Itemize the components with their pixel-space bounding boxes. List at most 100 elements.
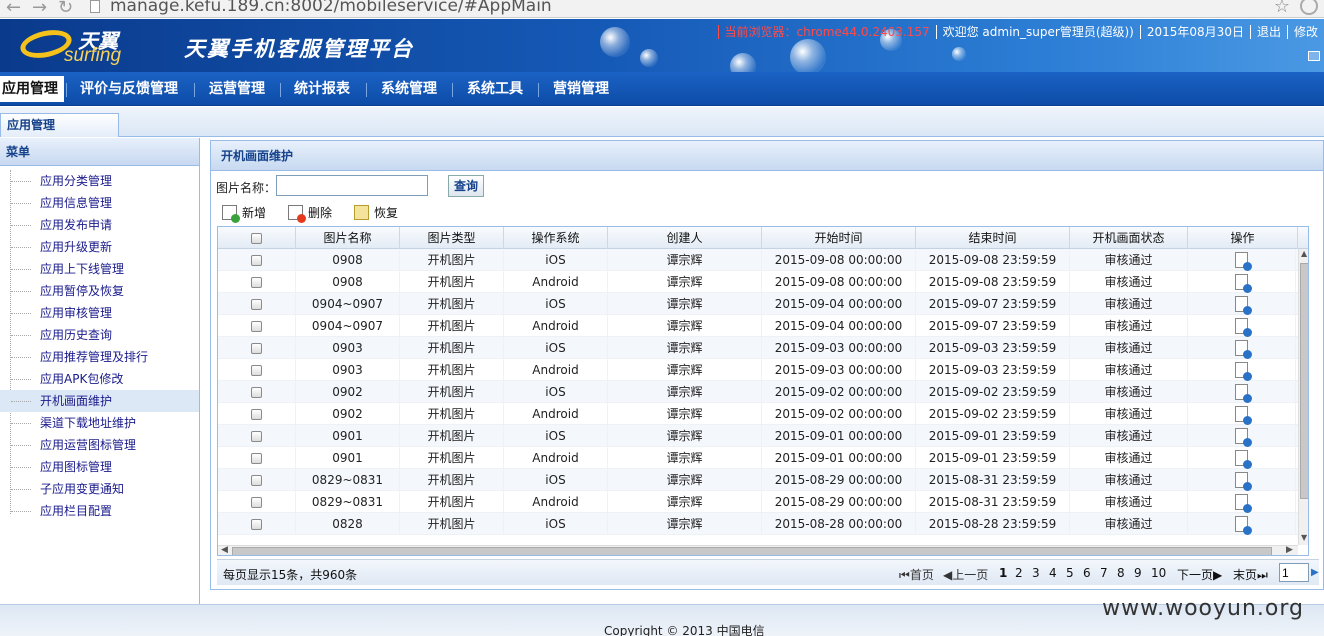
table-row[interactable]: 0908 开机图片 iOS 谭宗辉 2015-09-08 00:00:00 2015-09…	[218, 249, 1298, 271]
page-number-link[interactable]: 1	[999, 566, 1007, 580]
sidebar-item[interactable]: 应用暂停及恢复	[0, 280, 199, 302]
search-button[interactable]: 查询	[448, 175, 484, 197]
next-page-button[interactable]: 下一页▶	[1177, 566, 1222, 583]
table-row[interactable]: 0829~0831 开机图片 iOS 谭宗辉 2015-08-29 00:00:00 20…	[218, 469, 1298, 491]
row-checkbox[interactable]	[251, 343, 262, 354]
view-detail-icon[interactable]	[1235, 339, 1252, 359]
vertical-scroll-thumb[interactable]	[1300, 263, 1308, 499]
screen-icon[interactable]	[1308, 51, 1320, 61]
scroll-down-icon[interactable]: ▼	[1301, 533, 1307, 542]
bookmark-star-icon[interactable]: ☆	[1274, 0, 1290, 17]
sidebar-item[interactable]: 子应用变更通知	[0, 478, 199, 500]
nav-operations-management[interactable]: 运营管理	[209, 76, 265, 102]
table-row[interactable]: 0908 开机图片 Android 谭宗辉 2015-09-08 00:00:00 201…	[218, 271, 1298, 293]
nav-system-management[interactable]: 系统管理	[381, 76, 437, 102]
row-checkbox[interactable]	[251, 409, 262, 420]
sidebar-item[interactable]: 应用历史查询	[0, 324, 199, 346]
go-page-icon[interactable]: ▶	[1311, 567, 1319, 578]
page-number-link[interactable]: 6	[1083, 566, 1091, 580]
sidebar-item[interactable]: 渠道下载地址维护	[0, 412, 199, 434]
page-number-link[interactable]: 7	[1100, 566, 1108, 580]
first-page-button[interactable]: ⏮首页	[899, 566, 934, 583]
sidebar-item[interactable]: 应用运营图标管理	[0, 434, 199, 456]
scroll-left-icon[interactable]: ◀	[221, 545, 228, 555]
select-all-checkbox[interactable]	[251, 233, 262, 244]
table-row[interactable]: 0901 开机图片 iOS 谭宗辉 2015-09-01 00:00:00 2015-09…	[218, 425, 1298, 447]
row-checkbox[interactable]	[251, 255, 262, 266]
vertical-scrollbar[interactable]: ▲ ▼	[1298, 249, 1308, 545]
nav-app-management[interactable]: 应用管理	[0, 76, 64, 102]
view-detail-icon[interactable]	[1235, 361, 1252, 381]
view-detail-icon[interactable]	[1235, 317, 1252, 337]
page-number-link[interactable]: 3	[1032, 566, 1040, 580]
view-detail-icon[interactable]	[1235, 493, 1252, 513]
sidebar-item[interactable]: 应用推荐管理及排行	[0, 346, 199, 368]
url-text[interactable]: manage.kefu.189.cn:8002/mobileservice/#A…	[110, 0, 552, 16]
back-arrow-icon[interactable]: ←	[6, 0, 21, 18]
view-detail-icon[interactable]	[1235, 405, 1252, 425]
nav-statistics-reports[interactable]: 统计报表	[294, 76, 350, 102]
delete-button[interactable]: 删除	[288, 204, 332, 223]
row-checkbox[interactable]	[251, 277, 262, 288]
page-number-link[interactable]: 10	[1151, 566, 1166, 580]
prev-page-button[interactable]: ◀上一页	[943, 566, 988, 583]
reload-icon[interactable]: ↻	[58, 0, 73, 18]
table-row[interactable]: 0904~0907 开机图片 Android 谭宗辉 2015-09-04 00:00:…	[218, 315, 1298, 337]
page-number-link[interactable]: 4	[1049, 566, 1057, 580]
horizontal-scrollbar[interactable]: ◀ ▶	[218, 545, 1298, 555]
browser-menu-icon[interactable]	[1300, 0, 1318, 15]
table-row[interactable]: 0902 开机图片 Android 谭宗辉 2015-09-02 00:00:00 201…	[218, 403, 1298, 425]
view-detail-icon[interactable]	[1235, 273, 1252, 293]
row-checkbox[interactable]	[251, 387, 262, 398]
last-page-button[interactable]: 末页⏭	[1233, 566, 1268, 583]
view-detail-icon[interactable]	[1235, 251, 1252, 271]
row-checkbox[interactable]	[251, 453, 262, 464]
view-detail-icon[interactable]	[1235, 471, 1252, 491]
table-row[interactable]: 0903 开机图片 Android 谭宗辉 2015-09-03 00:00:00 201…	[218, 359, 1298, 381]
row-checkbox[interactable]	[251, 475, 262, 486]
view-detail-icon[interactable]	[1235, 515, 1252, 535]
view-detail-icon[interactable]	[1235, 449, 1252, 469]
image-name-input[interactable]	[276, 175, 428, 196]
sidebar-item[interactable]: 应用栏目配置	[0, 500, 199, 522]
nav-system-tools[interactable]: 系统工具	[467, 76, 523, 102]
sidebar-item[interactable]: 应用分类管理	[0, 170, 199, 192]
nav-feedback-management[interactable]: 评价与反馈管理	[80, 76, 178, 102]
table-row[interactable]: 0828 开机图片 iOS 谭宗辉 2015-08-28 00:00:00 2015-08…	[218, 513, 1298, 535]
nav-marketing-management[interactable]: 营销管理	[553, 76, 609, 102]
sidebar-item[interactable]: 应用升级更新	[0, 236, 199, 258]
sidebar-item[interactable]: 应用发布申请	[0, 214, 199, 236]
row-checkbox[interactable]	[251, 497, 262, 508]
table-row[interactable]: 0902 开机图片 iOS 谭宗辉 2015-09-02 00:00:00 2015-09…	[218, 381, 1298, 403]
row-checkbox[interactable]	[251, 299, 262, 310]
view-detail-icon[interactable]	[1235, 295, 1252, 315]
page-number-link[interactable]: 5	[1066, 566, 1074, 580]
scroll-right-icon[interactable]: ▶	[1286, 545, 1293, 555]
page-number-link[interactable]: 9	[1134, 566, 1142, 580]
row-checkbox[interactable]	[251, 431, 262, 442]
table-row[interactable]: 0903 开机图片 iOS 谭宗辉 2015-09-03 00:00:00 2015-09…	[218, 337, 1298, 359]
logout-link[interactable]: 退出	[1249, 25, 1287, 39]
row-checkbox[interactable]	[251, 519, 262, 530]
page-number-link[interactable]: 8	[1117, 566, 1125, 580]
row-checkbox[interactable]	[251, 321, 262, 332]
row-checkbox[interactable]	[251, 365, 262, 376]
sidebar-item[interactable]: 应用上下线管理	[0, 258, 199, 280]
table-row[interactable]: 0904~0907 开机图片 iOS 谭宗辉 2015-09-04 00:00:00 20…	[218, 293, 1298, 315]
sidebar-item[interactable]: 应用信息管理	[0, 192, 199, 214]
add-button[interactable]: 新增	[222, 204, 266, 223]
horizontal-scroll-thumb[interactable]	[232, 547, 1272, 555]
select-all-header[interactable]	[218, 227, 296, 249]
change-password-link[interactable]: 修改	[1286, 25, 1324, 39]
page-number-input[interactable]	[1279, 563, 1309, 582]
view-detail-icon[interactable]	[1235, 383, 1252, 403]
table-row[interactable]: 0829~0831 开机图片 Android 谭宗辉 2015-08-29 00:00:…	[218, 491, 1298, 513]
sidebar-item-boot-screen[interactable]: 开机画面维护	[0, 390, 199, 412]
scroll-up-icon[interactable]: ▲	[1301, 249, 1307, 258]
page-number-link[interactable]: 2	[1015, 566, 1023, 580]
sidebar-item[interactable]: 应用审核管理	[0, 302, 199, 324]
view-detail-icon[interactable]	[1235, 427, 1252, 447]
forward-arrow-icon[interactable]: →	[32, 0, 47, 18]
restore-button[interactable]: 恢复	[354, 204, 398, 222]
sidebar-item[interactable]: 应用APK包修改	[0, 368, 199, 390]
